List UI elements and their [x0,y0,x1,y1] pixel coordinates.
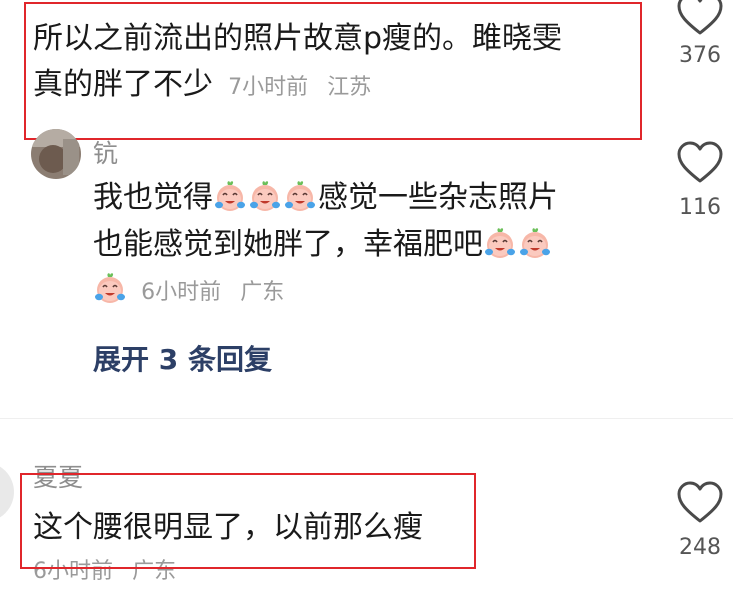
crying-laugh-emoji-icon [213,179,247,213]
highlight-box-1 [24,2,642,140]
comment-2-text-b: 感觉一些杂志照片 [318,180,558,215]
comment-2-text-a: 我也觉得 [93,180,213,215]
comment-2-line-1: 我也觉得 感觉一些杂志照片 [93,175,558,221]
comment-2-location: 广东 [240,280,285,305]
comment-2-username[interactable]: 钪 [93,134,118,170]
crying-laugh-emoji-icon [518,226,552,260]
comment-2-line-3: 6小时前 广东 [93,271,284,306]
comment-3-like-count: 248 [679,535,721,560]
avatar-image [31,129,81,179]
comment-2-time: 6小时前 [141,280,222,305]
avatar[interactable] [31,129,81,179]
crying-laugh-emoji-icon [248,179,282,213]
comment-1-like-button[interactable] [672,0,728,36]
expand-replies-button[interactable]: 展开 3 条回复 [93,338,272,378]
heart-icon [676,0,724,36]
comment-3-like-button[interactable] [672,480,728,524]
comment-2-text-c: 也能感觉到她胖了，幸福肥吧 [93,227,483,262]
comment-2-like-button[interactable] [672,140,728,184]
crying-laugh-emoji-icon [483,226,517,260]
comment-2-like-count: 116 [679,195,721,220]
comment-2-line-2: 也能感觉到她胖了，幸福肥吧 [93,222,553,268]
avatar-image [0,462,14,522]
crying-laugh-emoji-icon [93,271,127,305]
highlight-box-2 [20,473,476,569]
heart-icon [676,140,724,184]
avatar[interactable] [0,462,14,522]
crying-laugh-emoji-icon [283,179,317,213]
comment-thread: 所以之前流出的照片故意p瘦的。雎晓雯 真的胖了不少 7小时前 江苏 376 钪 … [0,0,733,589]
heart-icon [676,480,724,524]
comment-1-like-count: 376 [679,43,721,68]
divider [0,418,733,419]
